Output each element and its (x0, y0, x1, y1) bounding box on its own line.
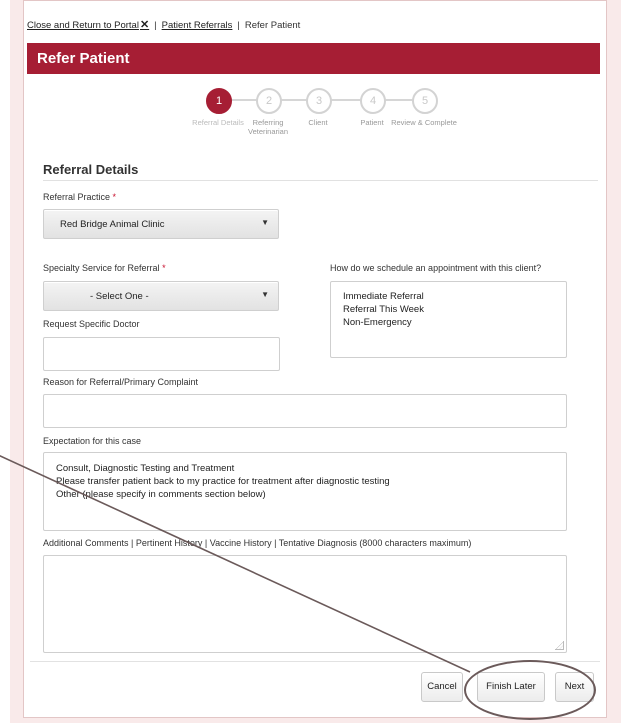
progress-stepper: 1 2 3 4 5 Referral Details Referring Vet… (0, 84, 621, 154)
expectation-option[interactable]: Please transfer patient back to my pract… (56, 475, 554, 488)
referral-practice-select[interactable]: Red Bridge Animal Clinic ▼ (43, 209, 279, 239)
specialty-service-value: - Select One - (90, 291, 149, 302)
request-doctor-input[interactable] (43, 337, 280, 371)
step-3-circle[interactable]: 3 (306, 88, 332, 114)
schedule-option[interactable]: Immediate Referral (343, 290, 554, 303)
request-doctor-label: Request Specific Doctor (43, 319, 140, 329)
page-header: Refer Patient (27, 43, 600, 74)
expectation-option[interactable]: Consult, Diagnostic Testing and Treatmen… (56, 462, 554, 475)
referral-practice-label-text: Referral Practice (43, 192, 111, 202)
breadcrumb-current: Refer Patient (244, 20, 301, 31)
comments-textarea[interactable] (43, 555, 567, 653)
breadcrumb-separator: | (154, 20, 157, 31)
step-4-circle[interactable]: 4 (360, 88, 386, 114)
patient-referrals-link[interactable]: Patient Referrals (162, 20, 233, 31)
specialty-service-label: Specialty Service for Referral * (43, 263, 166, 273)
finish-later-button[interactable]: Finish Later (477, 672, 545, 702)
schedule-label: How do we schedule an appointment with t… (330, 263, 542, 273)
specialty-service-label-text: Specialty Service for Referral (43, 263, 160, 273)
expectation-listbox[interactable]: Consult, Diagnostic Testing and Treatmen… (43, 452, 567, 531)
next-button[interactable]: Next (555, 672, 594, 702)
caret-down-icon: ▼ (261, 218, 269, 227)
schedule-listbox[interactable]: Immediate Referral Referral This Week No… (330, 281, 567, 358)
section-divider (43, 180, 598, 181)
reason-label: Reason for Referral/Primary Complaint (43, 377, 199, 387)
expectation-option[interactable]: Other (please specify in comments sectio… (56, 488, 554, 501)
step-1-circle[interactable]: 1 (206, 88, 232, 114)
cancel-button[interactable]: Cancel (421, 672, 463, 702)
reason-input[interactable] (43, 394, 567, 428)
close-icon[interactable]: ✕ (140, 19, 149, 31)
caret-down-icon: ▼ (261, 290, 269, 299)
page-title: Refer Patient (37, 50, 130, 67)
step-2-circle[interactable]: 2 (256, 88, 282, 114)
breadcrumb: Close and Return to Portal✕ | Patient Refe… (27, 18, 300, 31)
schedule-option[interactable]: Non-Emergency (343, 316, 554, 329)
resize-handle-icon[interactable] (555, 641, 564, 650)
step-5-label: Review & Complete (391, 118, 457, 127)
specialty-service-select[interactable]: - Select One - ▼ (43, 281, 279, 311)
required-mark: * (112, 192, 117, 202)
referral-practice-label: Referral Practice * (43, 192, 116, 202)
required-mark: * (162, 263, 166, 273)
step-5-circle[interactable]: 5 (412, 88, 438, 114)
expectation-label: Expectation for this case (43, 436, 142, 446)
comments-label: Additional Comments | Pertinent History … (43, 538, 472, 548)
close-return-label: Close and Return to Portal (27, 20, 139, 31)
referral-practice-value: Red Bridge Animal Clinic (60, 219, 165, 230)
section-title: Referral Details (43, 162, 139, 177)
footer-divider (30, 661, 600, 662)
schedule-option[interactable]: Referral This Week (343, 303, 554, 316)
close-return-link[interactable]: Close and Return to Portal✕ (27, 19, 149, 31)
breadcrumb-separator: | (237, 20, 240, 31)
